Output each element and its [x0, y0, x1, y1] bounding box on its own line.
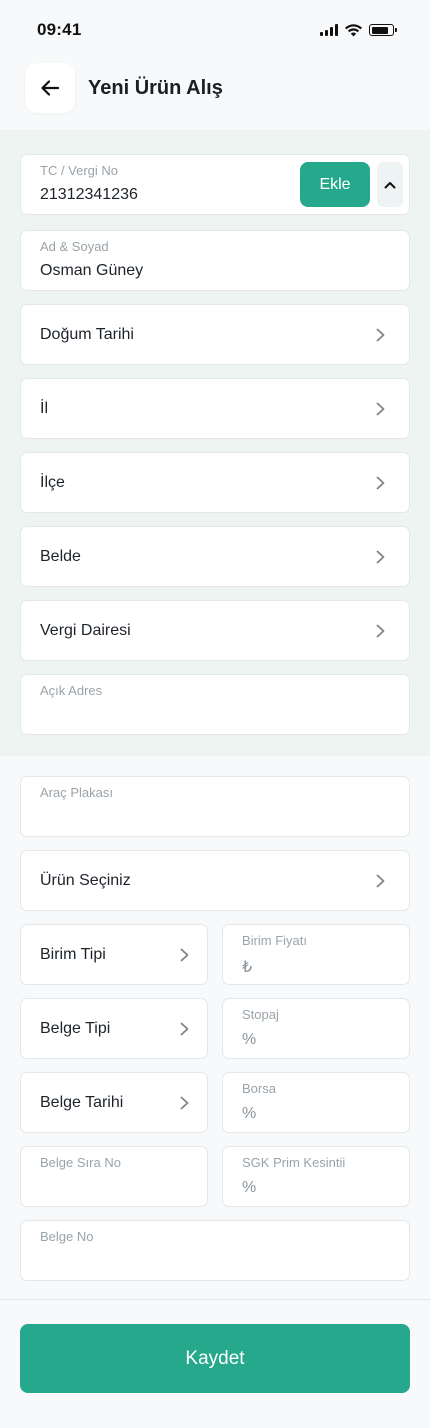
tc-label: TC / Vergi No	[40, 163, 119, 178]
doc-no-field[interactable]: Belge No	[20, 1220, 410, 1281]
battery-icon	[369, 24, 397, 36]
tax-office-label: Vergi Dairesi	[40, 621, 131, 639]
tc-input[interactable]: 21312341236	[40, 186, 138, 204]
address-field[interactable]: Açık Adres	[20, 674, 410, 735]
product-select[interactable]: Ürün Seçiniz	[20, 850, 410, 911]
withholding-field[interactable]: Stopaj %	[222, 998, 410, 1059]
status-icons	[320, 23, 397, 37]
town-select[interactable]: Belde	[20, 526, 410, 587]
chevron-right-icon	[177, 1096, 191, 1110]
name-label: Ad & Soyad	[40, 239, 109, 254]
customer-section	[0, 130, 430, 756]
plate-label: Araç Plakası	[40, 785, 113, 800]
district-label: İlçe	[40, 473, 65, 491]
doc-seq-field[interactable]: Belge Sıra No	[20, 1146, 208, 1207]
add-customer-button[interactable]: Ekle	[300, 162, 370, 207]
exchange-label: Borsa	[242, 1081, 276, 1096]
birth-date-label: Doğum Tarihi	[40, 325, 134, 343]
back-button[interactable]	[25, 63, 75, 113]
province-label: İl	[40, 399, 48, 417]
exchange-field[interactable]: Borsa %	[222, 1072, 410, 1133]
withholding-input[interactable]: %	[242, 1031, 256, 1049]
chevron-right-icon	[373, 402, 387, 416]
chevron-right-icon	[177, 948, 191, 962]
tc-field[interactable]: TC / Vergi No 21312341236 Ekle	[20, 154, 410, 215]
district-select[interactable]: İlçe	[20, 452, 410, 513]
chevron-right-icon	[373, 550, 387, 564]
address-label: Açık Adres	[40, 683, 103, 698]
wifi-icon	[345, 23, 362, 36]
tax-office-select[interactable]: Vergi Dairesi	[20, 600, 410, 661]
page-header: Yeni Ürün Alış	[0, 62, 430, 114]
unit-price-input[interactable]: ₺	[242, 957, 252, 977]
birth-date-select[interactable]: Doğum Tarihi	[20, 304, 410, 365]
status-time: 09:41	[37, 20, 82, 39]
product-label: Ürün Seçiniz	[40, 871, 131, 889]
chevron-right-icon	[373, 624, 387, 638]
save-button[interactable]: Kaydet	[20, 1324, 410, 1393]
sgk-field[interactable]: SGK Prim Kesintii %	[222, 1146, 410, 1207]
town-label: Belde	[40, 547, 81, 565]
doc-type-select[interactable]: Belge Tipi	[20, 998, 208, 1059]
withholding-label: Stopaj	[242, 1007, 279, 1022]
plate-field[interactable]: Araç Plakası	[20, 776, 410, 837]
doc-date-select[interactable]: Belge Tarihi	[20, 1072, 208, 1133]
page-title: Yeni Ürün Alış	[88, 76, 223, 99]
unit-type-label: Birim Tipi	[40, 945, 106, 963]
chevron-right-icon	[373, 476, 387, 490]
doc-type-label: Belge Tipi	[40, 1019, 111, 1037]
unit-price-label: Birim Fiyatı	[242, 933, 307, 948]
collapse-button[interactable]	[377, 162, 403, 207]
cellular-signal-icon	[320, 24, 338, 36]
footer-divider	[0, 1299, 430, 1300]
chevron-right-icon	[177, 1022, 191, 1036]
chevron-up-icon	[384, 181, 396, 188]
doc-no-label: Belge No	[40, 1229, 94, 1244]
sgk-input[interactable]: %	[242, 1179, 256, 1197]
unit-type-select[interactable]: Birim Tipi	[20, 924, 208, 985]
province-select[interactable]: İl	[20, 378, 410, 439]
unit-price-field[interactable]: Birim Fiyatı ₺	[222, 924, 410, 985]
doc-seq-label: Belge Sıra No	[40, 1155, 121, 1170]
chevron-right-icon	[373, 874, 387, 888]
doc-date-label: Belge Tarihi	[40, 1093, 124, 1111]
status-bar: 09:41	[0, 0, 430, 60]
name-input[interactable]: Osman Güney	[40, 262, 143, 280]
name-field[interactable]: Ad & Soyad Osman Güney	[20, 230, 410, 291]
arrow-left-icon	[41, 80, 59, 96]
exchange-input[interactable]: %	[242, 1105, 256, 1123]
sgk-label: SGK Prim Kesintii	[242, 1155, 346, 1170]
chevron-right-icon	[373, 328, 387, 342]
